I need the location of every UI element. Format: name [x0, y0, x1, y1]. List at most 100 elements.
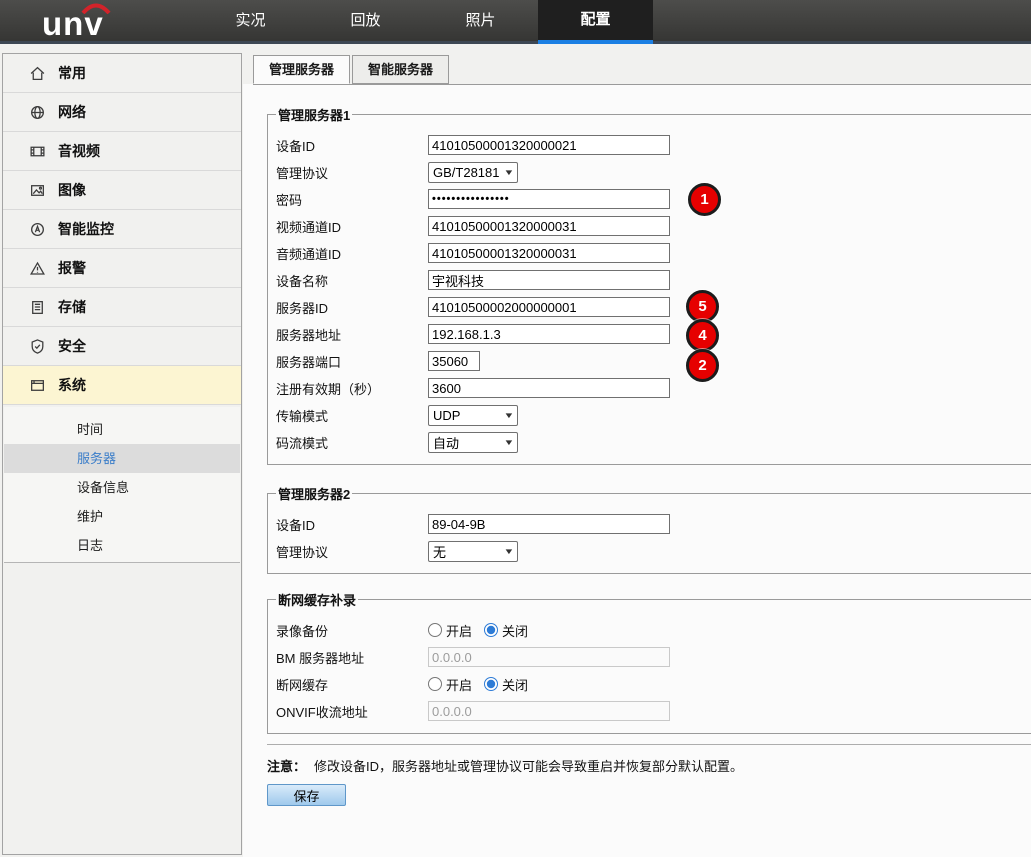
- device-id-2-input[interactable]: [428, 514, 670, 534]
- alarm-icon: [29, 260, 47, 277]
- onvif-address-input: [428, 701, 670, 721]
- server-port-input[interactable]: [428, 351, 480, 371]
- field-label: 设备名称: [276, 271, 428, 290]
- tab-smart-server[interactable]: 智能服务器: [352, 55, 449, 84]
- radio-label: 关闭: [502, 621, 528, 640]
- field-label: 服务器端口: [276, 352, 428, 371]
- password-input[interactable]: [428, 189, 670, 209]
- recording-backup-radio-group: 开启 关闭: [428, 621, 540, 640]
- sidebar-item-system[interactable]: 系统: [3, 366, 241, 405]
- offline-cache-off-option[interactable]: 关闭: [484, 675, 528, 694]
- selected-option: GB/T28181: [433, 165, 500, 180]
- content-tabstrip: 管理服务器 智能服务器: [253, 55, 1031, 85]
- unv-logo-arc-icon: [80, 1, 112, 19]
- image-icon: [29, 182, 47, 199]
- sidebar-item-label: 网络: [58, 102, 86, 122]
- field-label: BM 服务器地址: [276, 648, 428, 667]
- annotation-badge-1: 1: [688, 183, 721, 216]
- field-label: 管理协议: [276, 542, 428, 561]
- sidebar-item-common[interactable]: 常用: [3, 54, 241, 93]
- field-label: 音频通道ID: [276, 244, 428, 263]
- offline-cache-on-option[interactable]: 开启: [428, 675, 472, 694]
- audio-channel-id-input[interactable]: [428, 243, 670, 263]
- field-label: 服务器地址: [276, 325, 428, 344]
- server-id-input[interactable]: [428, 297, 670, 317]
- protocol-2-row: 管理协议 无 ▼: [276, 541, 1031, 561]
- sidebar-item-label: 存储: [58, 297, 86, 317]
- server-settings-form: 管理服务器1 设备ID 管理协议 GB/T28181 ▼ 密码 视频通道ID 音…: [253, 84, 1031, 857]
- transport-mode-select[interactable]: UDP ▼: [428, 405, 518, 426]
- bm-server-address-row: BM 服务器地址: [276, 647, 1031, 667]
- sidebar-item-label: 智能监控: [58, 219, 114, 239]
- sidebar-item-storage[interactable]: 存储: [3, 288, 241, 327]
- device-id-row: 设备ID: [276, 135, 1031, 155]
- section-legend: 断网缓存补录: [276, 590, 358, 609]
- recording-backup-on-option[interactable]: 开启: [428, 621, 472, 640]
- field-label: 服务器ID: [276, 298, 428, 317]
- submenu-item-device-info[interactable]: 设备信息: [4, 473, 240, 502]
- protocol-select[interactable]: GB/T28181 ▼: [428, 162, 518, 183]
- unv-logo: unv: [42, 2, 182, 44]
- selected-option: 自动: [433, 433, 459, 452]
- server-address-input[interactable]: [428, 324, 670, 344]
- server-address-row: 服务器地址: [276, 324, 1031, 344]
- field-label: 断网缓存: [276, 675, 428, 694]
- sidebar-item-audio-video[interactable]: 音视频: [3, 132, 241, 171]
- home-icon: [29, 65, 47, 82]
- sidebar-item-label: 常用: [58, 63, 86, 83]
- field-label: 码流模式: [276, 433, 428, 452]
- section-legend: 管理服务器1: [276, 105, 352, 124]
- register-validity-input[interactable]: [428, 378, 670, 398]
- field-label: 管理协议: [276, 163, 428, 182]
- management-server-1-section: 管理服务器1 设备ID 管理协议 GB/T28181 ▼ 密码 视频通道ID 音…: [267, 105, 1031, 465]
- radio-label: 关闭: [502, 675, 528, 694]
- offline-cache-on-radio[interactable]: [428, 677, 442, 691]
- radio-label: 开启: [446, 675, 472, 694]
- tab-management-server[interactable]: 管理服务器: [253, 55, 350, 84]
- bm-server-address-input: [428, 647, 670, 667]
- caution-note: 注意：修改设备ID，服务器地址或管理协议可能会导致重启并恢复部分默认配置。: [267, 756, 1031, 775]
- system-icon: [29, 377, 47, 394]
- transport-mode-row: 传输模式 UDP ▼: [276, 405, 1031, 425]
- server-id-row: 服务器ID: [276, 297, 1031, 317]
- sidebar-item-security[interactable]: 安全: [3, 327, 241, 366]
- offline-cache-row: 断网缓存 开启 关闭: [276, 674, 1031, 694]
- nav-setup[interactable]: 配置: [538, 0, 653, 44]
- password-row: 密码: [276, 189, 1031, 209]
- audio-channel-id-row: 音频通道ID: [276, 243, 1031, 263]
- nav-live[interactable]: 实况: [193, 0, 308, 44]
- selected-option: 无: [433, 542, 446, 561]
- nav-playback[interactable]: 回放: [308, 0, 423, 44]
- device-id-input[interactable]: [428, 135, 670, 155]
- recording-backup-on-radio[interactable]: [428, 623, 442, 637]
- submenu-item-log[interactable]: 日志: [4, 531, 240, 560]
- offline-cache-off-radio[interactable]: [484, 677, 498, 691]
- stream-mode-select[interactable]: 自动 ▼: [428, 432, 518, 453]
- nav-photos[interactable]: 照片: [423, 0, 538, 44]
- annotation-badge-2: 2: [686, 349, 719, 382]
- chevron-down-icon: ▼: [503, 438, 514, 447]
- device-name-input[interactable]: [428, 270, 670, 290]
- section-legend: 管理服务器2: [276, 484, 352, 503]
- sidebar-item-network[interactable]: 网络: [3, 93, 241, 132]
- sidebar-item-label: 安全: [58, 336, 86, 356]
- submenu-item-server[interactable]: 服务器: [4, 444, 240, 473]
- management-server-2-section: 管理服务器2 设备ID 管理协议 无 ▼: [267, 484, 1031, 574]
- video-channel-id-input[interactable]: [428, 216, 670, 236]
- recording-backup-off-radio[interactable]: [484, 623, 498, 637]
- field-label: 传输模式: [276, 406, 428, 425]
- globe-icon: [29, 104, 47, 121]
- sidebar-item-label: 音视频: [58, 141, 100, 161]
- submenu-item-maintenance[interactable]: 维护: [4, 502, 240, 531]
- sidebar-item-alarm[interactable]: 报警: [3, 249, 241, 288]
- save-button[interactable]: 保存: [267, 784, 346, 806]
- protocol-2-select[interactable]: 无 ▼: [428, 541, 518, 562]
- smart-monitor-icon: [29, 221, 47, 238]
- submenu-item-time[interactable]: 时间: [4, 415, 240, 444]
- recording-backup-row: 录像备份 开启 关闭: [276, 620, 1031, 640]
- field-label: 设备ID: [276, 136, 428, 155]
- device-id-2-row: 设备ID: [276, 514, 1031, 534]
- recording-backup-off-option[interactable]: 关闭: [484, 621, 528, 640]
- sidebar-item-smart-monitoring[interactable]: 智能监控: [3, 210, 241, 249]
- sidebar-item-image[interactable]: 图像: [3, 171, 241, 210]
